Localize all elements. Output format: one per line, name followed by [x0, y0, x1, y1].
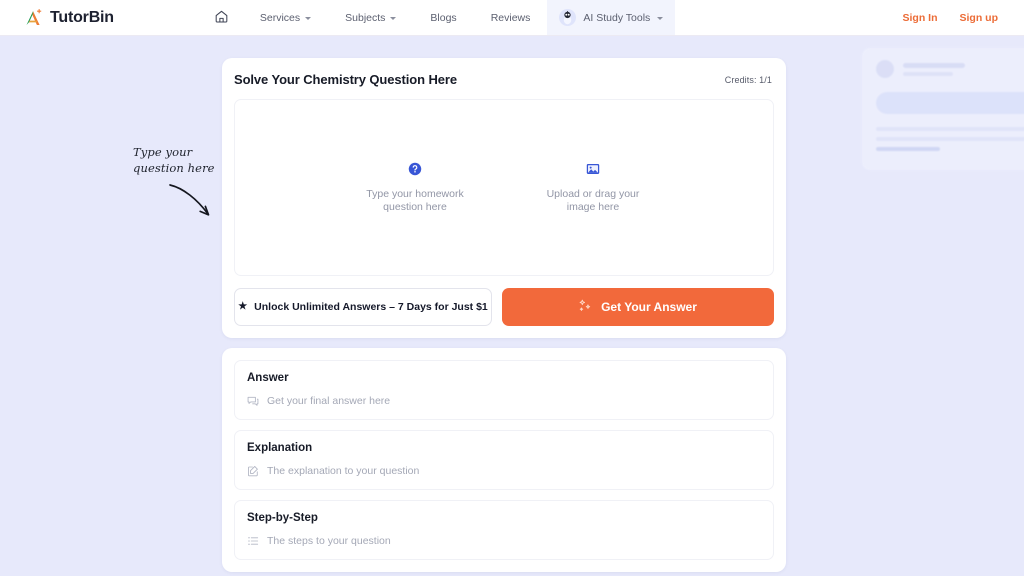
nav-item-reviews[interactable]: Reviews — [474, 0, 548, 35]
continue-as-button-faded[interactable] — [876, 92, 1024, 114]
chat-bubble-icon — [247, 395, 259, 407]
nav-item-subjects[interactable]: Subjects — [328, 0, 413, 35]
solver-actions: ★ Unlock Unlimited Answers – 7 Days for … — [234, 288, 774, 326]
brand-logo[interactable]: TutorBin — [24, 0, 114, 35]
step-by-step-title: Step-by-Step — [247, 512, 318, 524]
brand-name: TutorBin — [50, 8, 114, 26]
get-your-answer-button[interactable]: Get Your Answer — [502, 288, 774, 326]
annotation-line-1: Type your — [133, 145, 193, 159]
type-question-option[interactable]: Type your homework question here — [352, 162, 478, 214]
answer-title: Answer — [247, 372, 289, 384]
step-by-step-placeholder: The steps to your question — [267, 535, 391, 547]
chevron-down-icon — [305, 16, 312, 20]
explanation-placeholder: The explanation to your question — [267, 465, 420, 477]
account-text-placeholder — [903, 62, 965, 76]
explanation-block: Explanation The explanation to your ques… — [234, 430, 774, 490]
answer-placeholder: Get your final answer here — [267, 395, 391, 407]
nav-item-home[interactable] — [200, 0, 243, 35]
nav-item-subjects-label: Subjects — [345, 11, 386, 24]
nav-item-ai-study-tools[interactable]: AI Study Tools — [547, 0, 676, 35]
handwritten-annotation: Type your question here — [133, 145, 233, 216]
avatar — [876, 60, 894, 78]
explanation-title: Explanation — [247, 442, 313, 454]
unlock-unlimited-answers-button[interactable]: ★ Unlock Unlimited Answers – 7 Days for … — [234, 288, 492, 326]
upload-image-option[interactable]: Upload or drag your image here — [530, 162, 656, 214]
annotation-line-2: question here — [133, 160, 215, 175]
step-by-step-placeholder-row: The steps to your question — [247, 535, 761, 547]
step-by-step-block: Step-by-Step The steps to your question — [234, 500, 774, 560]
list-icon — [247, 535, 259, 547]
star-icon: ★ — [238, 301, 248, 312]
nav-item-reviews-label: Reviews — [490, 11, 531, 24]
sparkles-icon — [579, 299, 592, 315]
page-title: Solve Your Chemistry Question Here — [234, 72, 457, 87]
image-icon — [586, 162, 600, 181]
main-nav: Services Subjects Blogs Reviews AI Study… — [200, 0, 676, 35]
nav-item-services-label: Services — [259, 11, 301, 24]
answer-block: Answer Get your final answer here — [234, 360, 774, 420]
nav-item-ai-study-tools-label: AI Study Tools — [583, 11, 651, 24]
nav-item-blogs[interactable]: Blogs — [413, 0, 473, 35]
solver-header: Solve Your Chemistry Question Here Credi… — [234, 72, 774, 87]
question-input-dropzone[interactable]: Type your homework question here Upload … — [234, 99, 774, 276]
edit-square-icon — [247, 465, 259, 477]
answer-button-label: Get Your Answer — [601, 300, 697, 314]
type-question-label: Type your homework question here — [366, 187, 464, 213]
curved-arrow-down-right-icon — [167, 181, 215, 230]
consent-text-faded — [876, 127, 1024, 151]
upload-image-label: Upload or drag your image here — [546, 187, 640, 213]
results-card: Answer Get your final answer here Explan… — [222, 348, 786, 572]
question-circle-icon — [408, 162, 422, 181]
explanation-placeholder-row: The explanation to your question — [247, 465, 761, 477]
chevron-down-icon — [390, 16, 397, 20]
site-header: TutorBin Services Subjects Blogs Reviews — [0, 0, 1024, 36]
nav-item-services[interactable]: Services — [243, 0, 328, 35]
unlock-button-label: Unlock Unlimited Answers – 7 Days for Ju… — [254, 301, 488, 313]
chevron-down-icon — [657, 16, 664, 20]
google-account-row — [876, 60, 1024, 78]
nav-item-blogs-label: Blogs — [430, 11, 457, 24]
question-solver-card: Solve Your Chemistry Question Here Credi… — [222, 58, 786, 338]
google-signin-prompt-faded[interactable] — [862, 48, 1024, 170]
auth-actions: Sign In Sign up — [903, 12, 999, 24]
credits-badge: Credits: 1/1 — [724, 74, 772, 85]
answer-placeholder-row: Get your final answer here — [247, 395, 761, 407]
sign-up-link[interactable]: Sign up — [960, 12, 999, 24]
sign-in-link[interactable]: Sign In — [903, 12, 938, 24]
tutorbin-a-logo-icon — [24, 8, 44, 28]
robot-avatar-icon — [559, 9, 577, 26]
home-icon — [214, 9, 229, 27]
